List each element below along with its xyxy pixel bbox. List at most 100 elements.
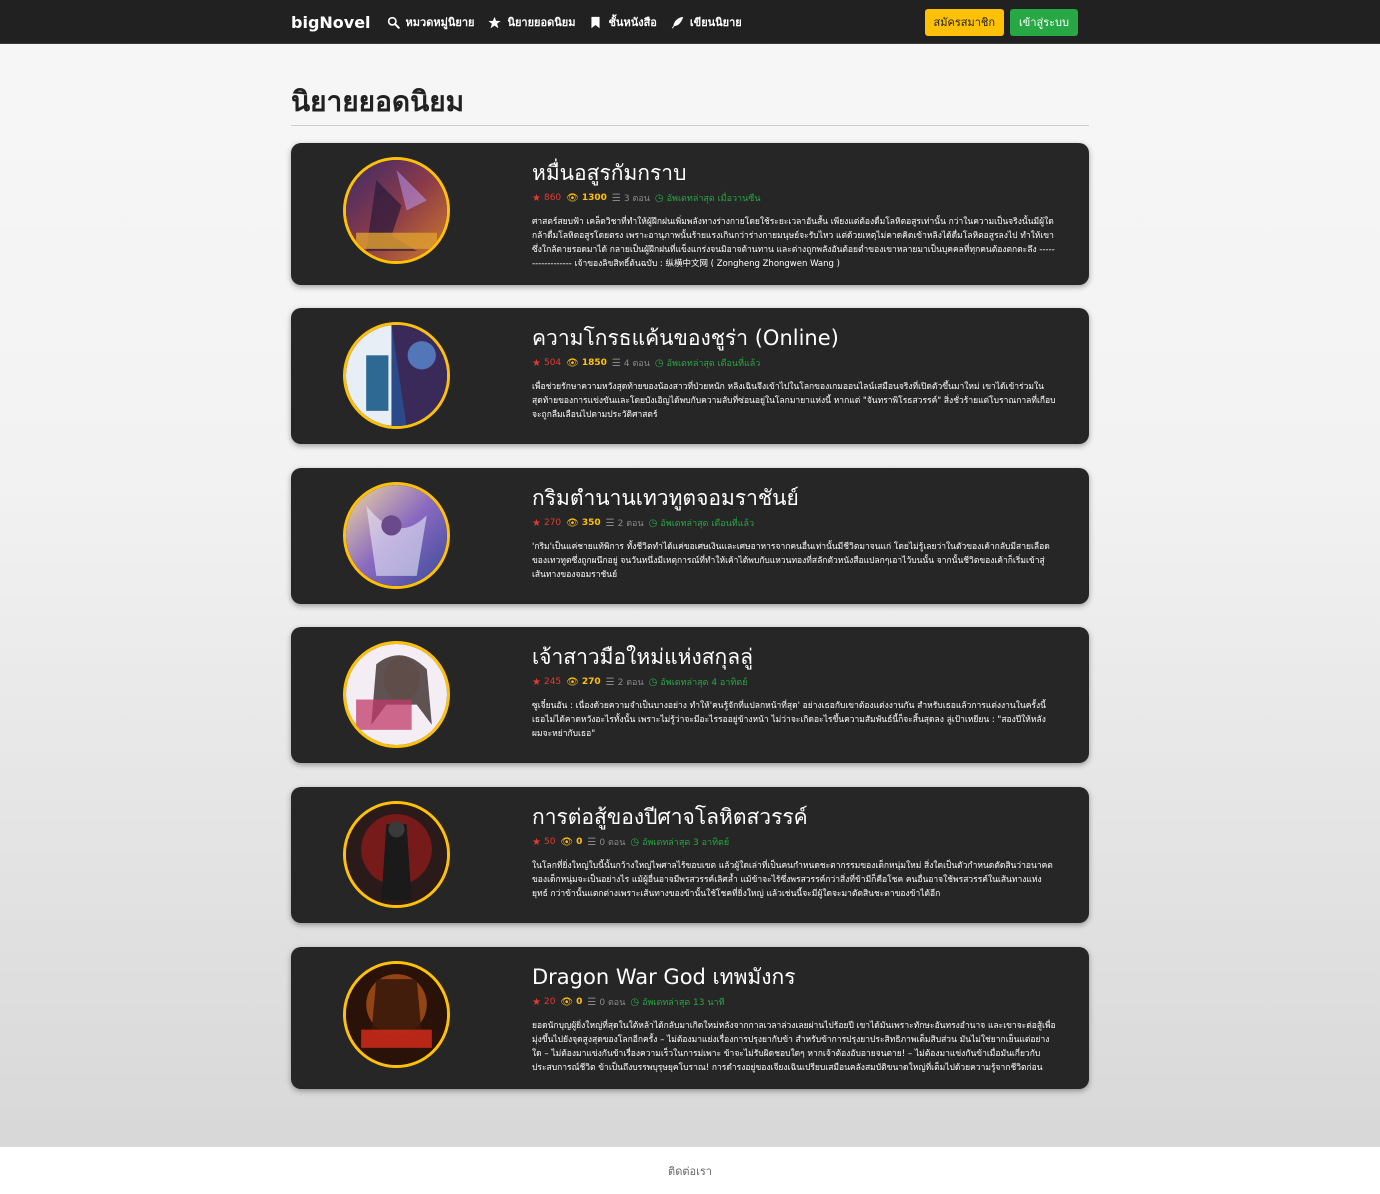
login-button[interactable]: เข้าสู่ระบบ: [1010, 8, 1078, 36]
register-button[interactable]: สมัครสมาชิก: [924, 8, 1005, 36]
novel-title[interactable]: การต่อสู้ของปีศาจโลหิตสวรรค์: [532, 801, 808, 834]
novel-updated: อัพเดทล่าสุด เดือนที่แล้ว: [660, 519, 755, 529]
search-icon: [387, 16, 400, 29]
eye-icon: 👁: [566, 517, 579, 529]
clock-icon: ◷: [630, 996, 640, 1008]
list-icon: ☰: [605, 517, 615, 529]
nav-link-categories[interactable]: หมวดหมู่นิยาย: [387, 13, 475, 31]
list-icon: ☰: [611, 192, 621, 204]
novel-meta: ★ 504 👁 1850 ☰ 4 ตอน ◷ อัพเดทล่าสุด เดือ…: [532, 356, 760, 370]
novel-card[interactable]: หมื่นอสูรกัมกราบ ★ 860 👁 1300 ☰ 3 ตอน ◷ …: [291, 143, 1089, 285]
star-icon: [488, 16, 502, 29]
list-icon: ☰: [587, 836, 597, 848]
novel-card[interactable]: Dragon War God เทพมังกร ★ 20 👁 0 ☰ 0 ตอน…: [291, 947, 1089, 1089]
title-divider: [291, 125, 1089, 126]
novel-card[interactable]: ความโกรธแค้นของชูร่า (Online) ★ 504 👁 18…: [291, 308, 1089, 444]
nav-link-label: เขียนนิยาย: [689, 16, 742, 29]
list-icon: ☰: [587, 996, 597, 1008]
novel-cover-image[interactable]: [343, 641, 450, 748]
novel-rating: 20: [543, 997, 556, 1007]
eye-icon: 👁: [566, 357, 579, 369]
novel-description: ยอดนักบุญผู้ยิ่งใหญ่ที่สุดในใต้หล้าได้กล…: [532, 1021, 1056, 1073]
novel-meta: ★ 245 👁 270 ☰ 2 ตอน ◷ อัพเดทล่าสุด 4 อาท…: [532, 675, 747, 689]
novel-updated: อัพเดทล่าสุด 13 นาที: [642, 998, 725, 1008]
novel-updated: อัพเดทล่าสุด 3 อาทิตย์: [642, 838, 730, 848]
novel-rating: 270: [543, 518, 562, 528]
nav-link-popular[interactable]: นิยายยอดนิยม: [488, 13, 575, 31]
novel-description: ซูเจี๋ยนอัน : เนื่องด้วยความจำเป็นบางอย่…: [532, 701, 1046, 739]
novel-title[interactable]: หมื่นอสูรกัมกราบ: [532, 157, 686, 190]
novel-chapters: 2 ตอน: [617, 678, 644, 688]
list-icon: ☰: [611, 357, 621, 369]
nav-auth-buttons: สมัครสมาชิก เข้าสู่ระบบ: [924, 8, 1078, 36]
brand-logo[interactable]: bigNovel: [291, 13, 371, 32]
eye-icon: 👁: [566, 192, 579, 204]
novel-meta: ★ 20 👁 0 ☰ 0 ตอน ◷ อัพเดทล่าสุด 13 นาที: [532, 995, 725, 1009]
novel-views: 0: [576, 997, 583, 1007]
novel-cover-image[interactable]: [343, 482, 450, 589]
novel-meta: ★ 270 👁 350 ☰ 2 ตอน ◷ อัพเดทล่าสุด เดือน…: [532, 516, 754, 530]
eye-icon: 👁: [566, 676, 579, 688]
novel-views: 1850: [581, 358, 607, 368]
feather-icon: [671, 16, 684, 29]
novel-meta: ★ 860 👁 1300 ☰ 3 ตอน ◷ อัพเดทล่าสุด เมื่…: [532, 191, 761, 205]
novel-card[interactable]: เจ้าสาวมือใหม่แห่งสกุลลู่ ★ 245 👁 270 ☰ …: [291, 627, 1089, 763]
nav-link-write[interactable]: เขียนนิยาย: [671, 13, 742, 31]
novel-card[interactable]: กริมตำนานเทวทูตจอมราชันย์ ★ 270 👁 350 ☰ …: [291, 468, 1089, 604]
list-icon: ☰: [605, 676, 615, 688]
eye-icon: 👁: [560, 996, 574, 1008]
navbar-inner: bigNovel หมวดหมู่นิยาย นิยายยอดนิยม ชั้น…: [291, 0, 1078, 44]
novel-updated: อัพเดทล่าสุด เมื่อวานซืน: [666, 194, 761, 204]
page-title: นิยายยอดนิยม: [291, 85, 465, 118]
nav-link-label: ชั้นหนังสือ: [608, 16, 657, 29]
novel-updated: อัพเดทล่าสุด 4 อาทิตย์: [660, 678, 748, 688]
novel-chapters: 2 ตอน: [617, 519, 644, 529]
novel-description: เพื่อช่วยรักษาความหวังสุดท้ายของน้องสาวท…: [532, 382, 1056, 420]
top-navbar: bigNovel หมวดหมู่นิยาย นิยายยอดนิยม ชั้น…: [0, 0, 1380, 44]
nav-link-label: หมวดหมู่นิยาย: [405, 16, 475, 29]
novel-description: ในโลกที่ยิ่งใหญ่ใบนี้นั้นกว้างใหญ่ไพศาลไ…: [532, 861, 1053, 899]
novel-updated: อัพเดทล่าสุด เดือนที่แล้ว: [666, 359, 761, 369]
nav-link-label: นิยายยอดนิยม: [507, 16, 576, 29]
novel-chapters: 0 ตอน: [599, 838, 626, 848]
star-icon: ★: [532, 676, 541, 688]
novel-rating: 504: [543, 358, 562, 368]
nav-link-bookshelf[interactable]: ชั้นหนังสือ: [589, 13, 657, 31]
novel-chapters: 4 ตอน: [623, 359, 650, 369]
clock-icon: ◷: [654, 192, 664, 204]
novel-cover-image[interactable]: [343, 801, 450, 908]
novel-views: 1300: [581, 193, 607, 203]
novel-rating: 50: [543, 837, 556, 847]
novel-views: 0: [576, 837, 583, 847]
novel-rating: 860: [543, 193, 562, 203]
novel-description: ศาสตร์สยบฟ้า เคล็ดวิชาที่ทำให้ผู้ฝึกฝนเพ…: [532, 217, 1055, 269]
novel-chapters: 0 ตอน: [599, 998, 626, 1008]
bookmark-icon: [589, 16, 602, 29]
novel-cover-image[interactable]: [343, 322, 450, 429]
contact-link[interactable]: ติดต่อเรา: [668, 1162, 712, 1180]
clock-icon: ◷: [630, 836, 640, 848]
novel-cover-image[interactable]: [343, 961, 450, 1068]
novel-chapters: 3 ตอน: [623, 194, 650, 204]
clock-icon: ◷: [648, 676, 658, 688]
novel-meta: ★ 50 👁 0 ☰ 0 ตอน ◷ อัพเดทล่าสุด 3 อาทิตย…: [532, 835, 729, 849]
page-footer: ติดต่อเรา: [0, 1146, 1380, 1194]
star-icon: ★: [532, 192, 541, 204]
novel-description: 'กริม'เป็นแค่ชายแท้พิการ ทั้งชีวิตทำได้แ…: [532, 542, 1050, 580]
star-icon: ★: [532, 836, 541, 848]
clock-icon: ◷: [654, 357, 664, 369]
novel-cover-image[interactable]: [343, 157, 450, 264]
star-icon: ★: [532, 517, 541, 529]
novel-card[interactable]: การต่อสู้ของปีศาจโลหิตสวรรค์ ★ 50 👁 0 ☰ …: [291, 787, 1089, 923]
novel-views: 350: [581, 518, 601, 528]
novel-title[interactable]: เจ้าสาวมือใหม่แห่งสกุลลู่: [532, 641, 753, 674]
novel-title[interactable]: ความโกรธแค้นของชูร่า (Online): [532, 322, 839, 355]
star-icon: ★: [532, 996, 541, 1008]
novel-rating: 245: [543, 677, 562, 687]
novel-title[interactable]: กริมตำนานเทวทูตจอมราชันย์: [532, 482, 799, 515]
clock-icon: ◷: [648, 517, 658, 529]
eye-icon: 👁: [560, 836, 574, 848]
novel-views: 270: [581, 677, 601, 687]
novel-title[interactable]: Dragon War God เทพมังกร: [532, 961, 796, 994]
star-icon: ★: [532, 357, 541, 369]
